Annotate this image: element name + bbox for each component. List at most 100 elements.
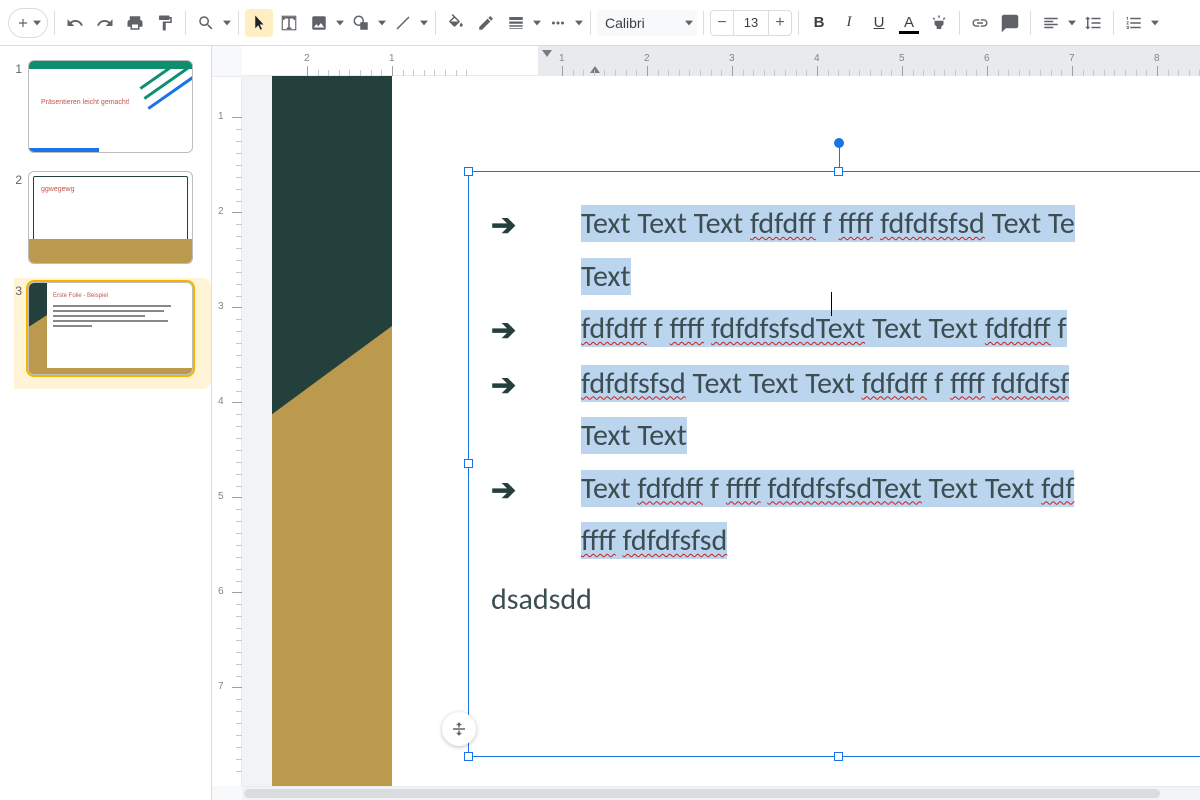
thumbnail[interactable]: Erste Folie - Beispiel — [28, 282, 193, 375]
resize-handle[interactable] — [834, 752, 843, 761]
undo-icon — [66, 14, 84, 32]
bold-icon: B — [814, 14, 825, 31]
text-color-button[interactable]: A — [895, 9, 923, 37]
underline-button[interactable]: U — [865, 9, 893, 37]
underline-icon: U — [874, 14, 885, 31]
redo-button[interactable] — [91, 9, 119, 37]
align-left-icon — [1042, 14, 1060, 32]
plus-icon — [16, 16, 30, 30]
resize-handle[interactable] — [834, 167, 843, 176]
thumbnail[interactable]: ggwegewg — [28, 171, 193, 264]
font-picker[interactable] — [597, 10, 697, 36]
bold-button[interactable]: B — [805, 9, 833, 37]
highlight-button[interactable] — [925, 9, 953, 37]
horizontal-scrollbar[interactable] — [242, 786, 1200, 800]
separator — [798, 11, 799, 35]
zoom-dropdown[interactable] — [222, 19, 232, 27]
paint-bucket-icon — [447, 14, 465, 32]
comment-button[interactable] — [996, 9, 1024, 37]
thumbnail-title: Erste Folie - Beispiel — [53, 293, 108, 299]
image-dropdown[interactable] — [335, 19, 345, 27]
link-button[interactable] — [966, 9, 994, 37]
numbered-list-dropdown[interactable] — [1150, 19, 1160, 27]
editor-stage[interactable]: ➔Text Text Text fdfdff f ffff fdfdfsfsd … — [242, 76, 1200, 786]
main-area: 1 Präsentieren leicht gemacht! 2 ggwegew… — [0, 46, 1200, 800]
vertical-ruler[interactable]: 1234567 — [212, 76, 242, 786]
numbered-list-button[interactable] — [1120, 9, 1148, 37]
resize-handle[interactable] — [464, 167, 473, 176]
border-weight-button[interactable] — [502, 9, 530, 37]
toolbar: − 13 + B I U A — [0, 0, 1200, 46]
thumbnail-title: Präsentieren leicht gemacht! — [41, 99, 130, 106]
italic-button[interactable]: I — [835, 9, 863, 37]
separator — [238, 11, 239, 35]
align-button[interactable] — [1037, 9, 1065, 37]
separator — [1113, 11, 1114, 35]
line-spacing-button[interactable] — [1079, 9, 1107, 37]
separator — [435, 11, 436, 35]
highlighter-icon — [930, 14, 948, 32]
line-weight-icon — [507, 14, 525, 32]
slide-thumbnail-3[interactable]: 3 Erste Folie - Beispiel — [0, 278, 211, 389]
slide-background — [272, 76, 392, 786]
separator — [185, 11, 186, 35]
new-slide-button[interactable] — [8, 8, 48, 38]
select-tool-button[interactable] — [245, 9, 273, 37]
list-numbered-icon — [1125, 14, 1143, 32]
font-size-value[interactable]: 13 — [734, 10, 768, 36]
border-weight-dropdown[interactable] — [532, 19, 542, 27]
align-dropdown[interactable] — [1067, 19, 1077, 27]
cursor-icon — [250, 14, 268, 32]
shape-icon — [352, 14, 370, 32]
slides-panel: 1 Präsentieren leicht gemacht! 2 ggwegew… — [0, 46, 212, 800]
border-dash-dropdown[interactable] — [574, 19, 584, 27]
first-line-indent[interactable] — [542, 50, 552, 57]
horizontal-ruler[interactable]: 2112345678 — [242, 46, 1200, 76]
resize-handle[interactable] — [464, 459, 473, 468]
border-dash-button[interactable] — [544, 9, 572, 37]
thumbnail-title: ggwegewg — [41, 186, 74, 193]
font-input[interactable] — [597, 10, 697, 36]
text-content[interactable]: ➔Text Text Text fdfdff f ffff fdfdfsfsd … — [469, 172, 1200, 634]
slide-thumbnail-1[interactable]: 1 Präsentieren leicht gemacht! — [0, 56, 211, 167]
shape-tool-button[interactable] — [347, 9, 375, 37]
textbox-tool-button[interactable] — [275, 9, 303, 37]
line-spacing-icon — [1084, 14, 1102, 32]
print-icon — [126, 14, 144, 32]
italic-icon: I — [847, 14, 852, 31]
font-size-increase[interactable]: + — [768, 10, 792, 36]
text-box[interactable]: ➔Text Text Text fdfdff f ffff fdfdfsfsd … — [468, 171, 1200, 757]
zoom-icon — [197, 14, 215, 32]
zoom-button[interactable] — [192, 9, 220, 37]
pen-icon — [477, 14, 495, 32]
canvas-area: 2112345678 1234567 ➔Text Text Text fdfdf… — [212, 46, 1200, 800]
paint-roller-icon — [156, 14, 174, 32]
fill-color-button[interactable] — [442, 9, 470, 37]
line-icon — [394, 14, 412, 32]
textbox-icon — [280, 14, 298, 32]
thumbnail[interactable]: Präsentieren leicht gemacht! — [28, 60, 193, 153]
separator — [54, 11, 55, 35]
paint-format-button[interactable] — [151, 9, 179, 37]
slide-thumbnail-2[interactable]: 2 ggwegewg — [0, 167, 211, 278]
autofit-button[interactable] — [442, 712, 476, 746]
link-icon — [971, 14, 989, 32]
font-size-decrease[interactable]: − — [710, 10, 734, 36]
border-color-button[interactable] — [472, 9, 500, 37]
rotate-handle[interactable] — [834, 138, 844, 148]
line-tool-button[interactable] — [389, 9, 417, 37]
more-icon — [549, 14, 567, 32]
comment-icon — [1001, 14, 1019, 32]
font-size-control: − 13 + — [710, 10, 792, 36]
resize-handle[interactable] — [464, 752, 473, 761]
print-button[interactable] — [121, 9, 149, 37]
line-dropdown[interactable] — [419, 19, 429, 27]
undo-button[interactable] — [61, 9, 89, 37]
separator — [703, 11, 704, 35]
image-icon — [310, 14, 328, 32]
image-tool-button[interactable] — [305, 9, 333, 37]
separator — [959, 11, 960, 35]
left-indent[interactable] — [590, 66, 600, 73]
shape-dropdown[interactable] — [377, 19, 387, 27]
slide-number: 1 — [10, 60, 22, 153]
